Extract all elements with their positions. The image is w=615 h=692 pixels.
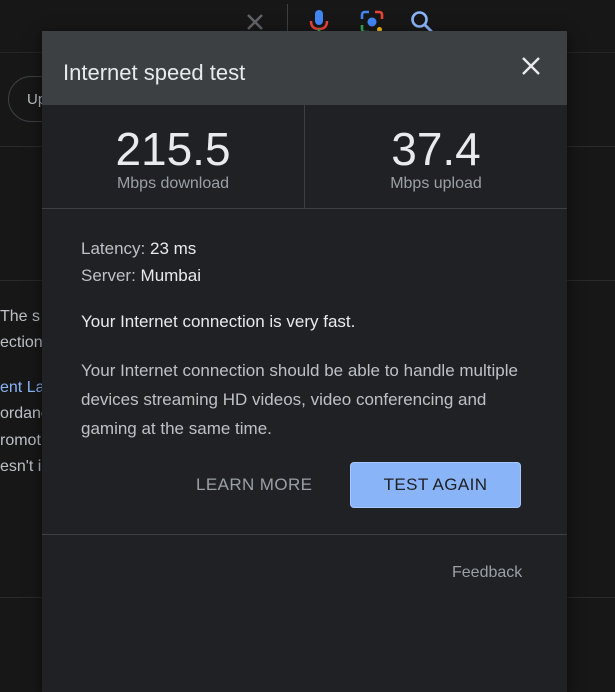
connection-summary: Your Internet connection is very fast.	[81, 312, 356, 331]
upload-speed-value: 37.4	[391, 123, 481, 175]
server-label: Server:	[81, 266, 136, 285]
snippet-line: esn't i	[0, 458, 42, 475]
result-link[interactable]: ent La	[0, 376, 44, 400]
dialog-title: Internet speed test	[63, 60, 246, 85]
page: Up The s ection ent La ordanc romot esn'…	[0, 0, 615, 692]
download-speed-unit: Mbps download	[116, 175, 230, 192]
snippet-line: ection	[0, 334, 43, 351]
latency-line: Latency: 23 ms	[81, 235, 521, 262]
snippet-line: The s	[0, 308, 41, 325]
download-result: 215.5 Mbps download	[42, 105, 304, 208]
feedback-link[interactable]: Feedback	[452, 562, 522, 584]
latency-label: Latency:	[81, 239, 146, 258]
upload-result: 37.4 Mbps upload	[305, 105, 567, 208]
snippet-line: romot	[0, 432, 41, 449]
connection-description: Your Internet connection should be able …	[81, 361, 518, 438]
learn-more-button[interactable]: LEARN MORE	[196, 473, 312, 497]
dialog-header: Internet speed test	[42, 31, 567, 105]
latency-value: 23 ms	[150, 239, 197, 258]
upload-speed-unit: Mbps upload	[390, 175, 482, 192]
test-details: Latency: 23 ms Server: Mumbai Your Inter…	[81, 235, 521, 443]
speed-test-dialog: Internet speed test 215.5 Mbps download …	[42, 31, 567, 692]
download-speed-value: 215.5	[115, 123, 231, 175]
close-icon[interactable]	[518, 53, 544, 79]
footer-divider	[42, 534, 567, 535]
test-again-button[interactable]: TEST AGAIN	[350, 462, 521, 508]
speed-results: 215.5 Mbps download 37.4 Mbps upload	[42, 105, 567, 209]
server-value: Mumbai	[140, 266, 201, 285]
server-line: Server: Mumbai	[81, 262, 521, 289]
